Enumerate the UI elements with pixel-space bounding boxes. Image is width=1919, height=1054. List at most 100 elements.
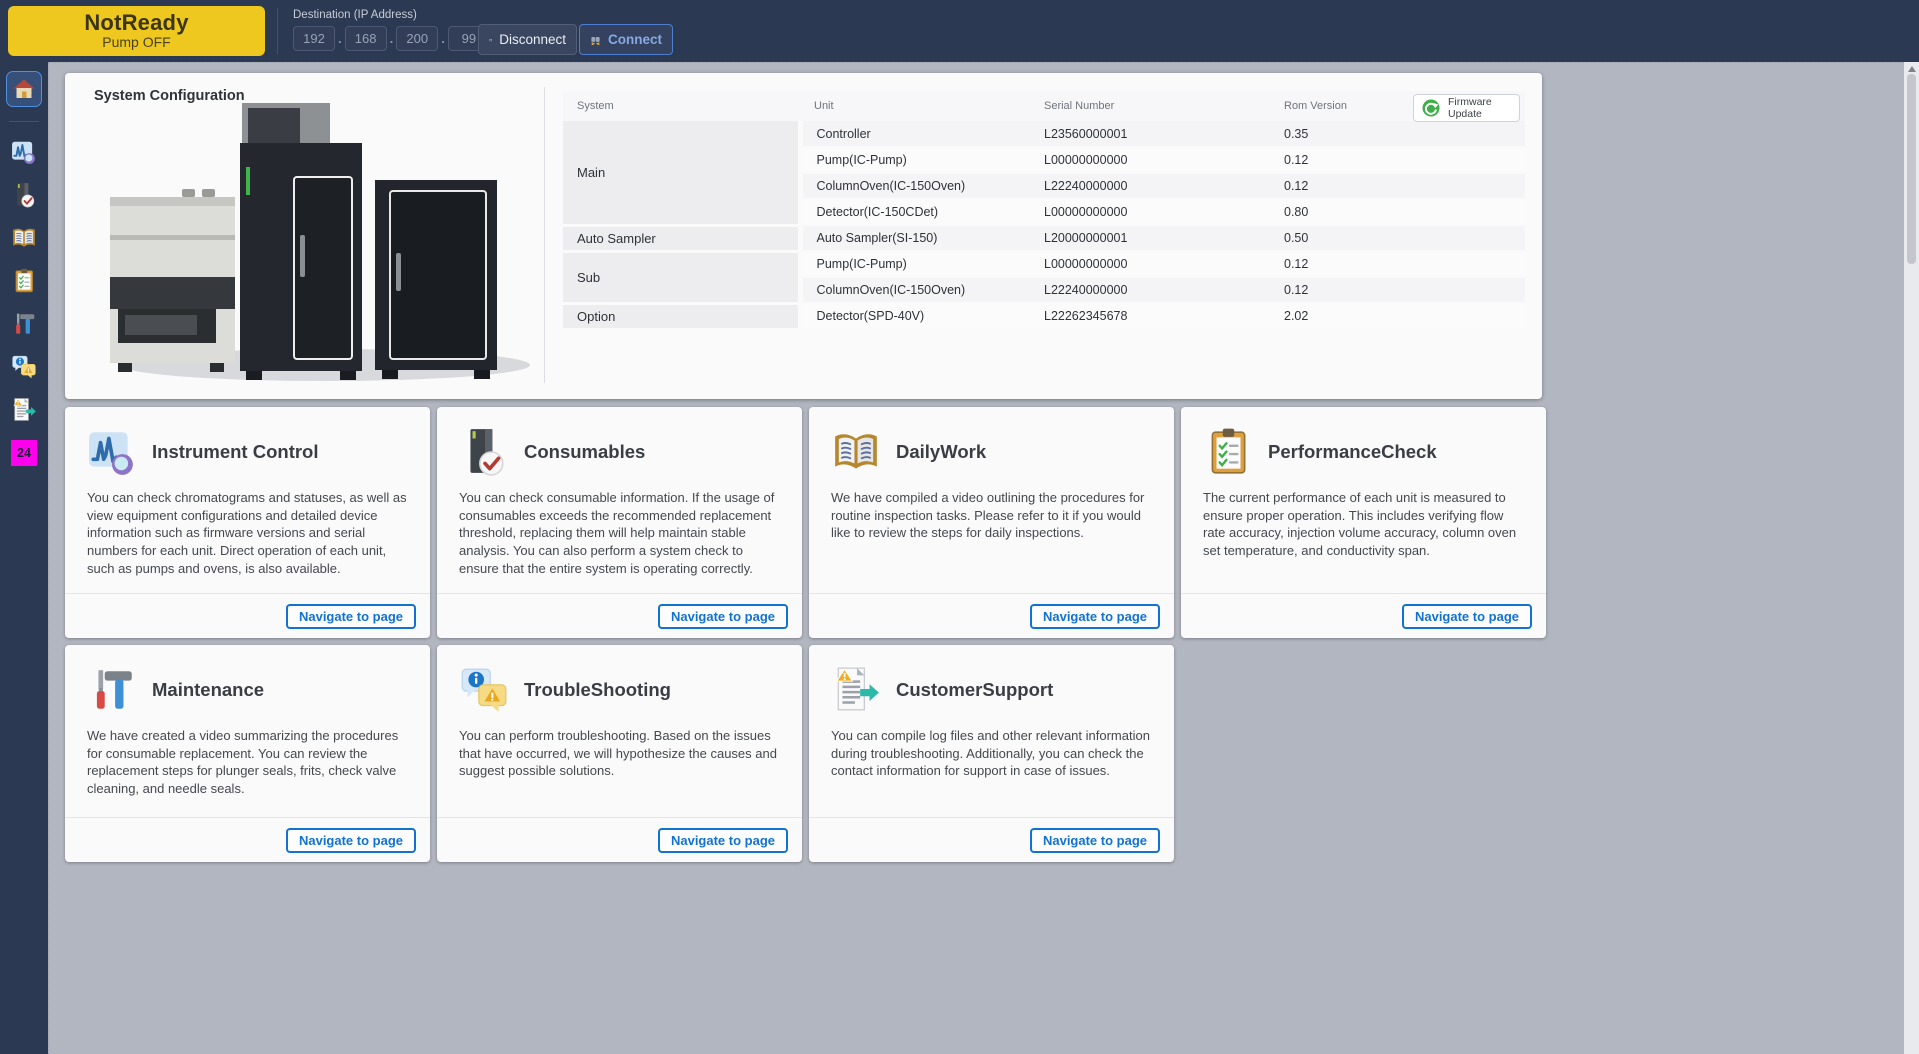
rom-cell: 0.50 [1270, 225, 1525, 251]
column-header-system: System [563, 91, 800, 121]
connect-plug-icon [590, 30, 601, 50]
serial-cell: L23560000001 [1030, 121, 1270, 147]
customer-support-icon [831, 665, 881, 715]
system-group-auto-sampler: Auto Sampler [563, 225, 800, 251]
rom-cell: 2.02 [1270, 303, 1525, 329]
card-footer: Navigate to page [1181, 593, 1546, 638]
card-instrument-control: Instrument Control You can check chromat… [65, 407, 430, 638]
panel-divider [544, 87, 545, 383]
table-row: Sub Pump(IC-Pump) L00000000000 0.12 [563, 251, 1525, 277]
navigate-to-page-button[interactable]: Navigate to page [286, 828, 416, 853]
card-description: We have compiled a video outlining the p… [831, 489, 1154, 542]
card-description: You can check chromatograms and statuses… [87, 489, 410, 577]
left-sidebar: 24 [0, 62, 48, 1054]
card-consumables: Consumables You can check consumable inf… [437, 407, 802, 638]
card-title: TroubleShooting [524, 679, 671, 701]
scrollbar-thumb[interactable] [1907, 74, 1916, 264]
navigate-to-page-button[interactable]: Navigate to page [1030, 828, 1160, 853]
navigate-to-page-button[interactable]: Navigate to page [286, 604, 416, 629]
top-bar: NotReady Pump OFF Destination (IP Addres… [0, 0, 1919, 62]
sidebar-item-instrument-control[interactable] [11, 139, 37, 165]
navigate-to-page-button[interactable]: Navigate to page [658, 604, 788, 629]
card-footer: Navigate to page [809, 817, 1174, 862]
card-description: You can perform troubleshooting. Based o… [459, 727, 782, 780]
card-header: Instrument Control [87, 427, 430, 477]
card-description: You can compile log files and other rele… [831, 727, 1154, 780]
rom-cell: 0.12 [1270, 277, 1525, 303]
connect-button[interactable]: Connect [579, 24, 673, 55]
card-dailywork: DailyWork We have compiled a video outli… [809, 407, 1174, 638]
unit-cell: Pump(IC-Pump) [800, 147, 1030, 173]
card-description: You can check consumable information. If… [459, 489, 782, 577]
serial-cell: L22240000000 [1030, 277, 1270, 303]
navigate-to-page-button[interactable]: Navigate to page [658, 828, 788, 853]
scrollbar-up-icon[interactable] [1908, 66, 1916, 72]
navigate-to-page-button[interactable]: Navigate to page [1402, 604, 1532, 629]
unit-cell: ColumnOven(IC-150Oven) [800, 173, 1030, 199]
rom-cell: 0.80 [1270, 199, 1525, 225]
serial-cell: L00000000000 [1030, 251, 1270, 277]
card-header: TroubleShooting [459, 665, 802, 715]
ip-separator: . [338, 31, 342, 46]
card-footer: Navigate to page [65, 593, 430, 638]
unit-cell: Detector(SPD-40V) [800, 303, 1030, 329]
table-row: Option Detector(SPD-40V) L22262345678 2.… [563, 303, 1525, 329]
disconnect-button-label: Disconnect [499, 32, 566, 47]
dailywork-icon [831, 427, 881, 477]
serial-cell: L22240000000 [1030, 173, 1270, 199]
destination-label: Destination (IP Address) [293, 9, 417, 21]
unit-cell: Pump(IC-Pump) [800, 251, 1030, 277]
ip-separator: . [441, 31, 445, 46]
ip-octet-1-input[interactable] [293, 26, 335, 51]
sidebar-item-customer-support[interactable] [11, 397, 37, 423]
ip-octet-3-input[interactable] [396, 26, 438, 51]
firmware-update-icon [1421, 98, 1441, 118]
status-subtitle: Pump OFF [8, 34, 265, 50]
card-footer: Navigate to page [65, 817, 430, 862]
ip-octet-2-input[interactable] [345, 26, 387, 51]
system-configuration-panel: System Configuration [65, 73, 1542, 399]
card-footer: Navigate to page [437, 817, 802, 862]
card-title: Maintenance [152, 679, 264, 701]
sidebar-item-troubleshooting[interactable] [11, 354, 37, 380]
vertical-scrollbar[interactable] [1904, 62, 1919, 1054]
unit-cell: Auto Sampler(SI-150) [800, 225, 1030, 251]
sidebar-item-maintenance[interactable] [11, 311, 37, 337]
notification-badge[interactable]: 24 [11, 440, 37, 466]
table-row: Auto Sampler Auto Sampler(SI-150) L20000… [563, 225, 1525, 251]
sidebar-item-home[interactable] [6, 71, 42, 107]
sidebar-item-dailywork[interactable] [11, 225, 37, 251]
consumables-icon [459, 427, 509, 477]
system-configuration-table: System Unit Serial Number Rom Version Ma… [563, 91, 1525, 331]
table-row: Main Controller L23560000001 0.35 [563, 121, 1525, 147]
main-content: System Configuration [48, 62, 1904, 1054]
card-header: Consumables [459, 427, 802, 477]
feature-cards-grid: Instrument Control You can check chromat… [65, 407, 1546, 862]
card-description: The current performance of each unit is … [1203, 489, 1526, 560]
rom-cell: 0.12 [1270, 173, 1525, 199]
serial-cell: L22262345678 [1030, 303, 1270, 329]
card-header: PerformanceCheck [1203, 427, 1546, 477]
card-title: CustomerSupport [896, 679, 1053, 701]
card-footer: Navigate to page [809, 593, 1174, 638]
troubleshooting-icon [459, 665, 509, 715]
system-group-sub: Sub [563, 251, 800, 303]
card-maintenance: Maintenance We have created a video summ… [65, 645, 430, 862]
card-header: DailyWork [831, 427, 1174, 477]
unit-cell: ColumnOven(IC-150Oven) [800, 277, 1030, 303]
column-header-serial-number: Serial Number [1030, 91, 1270, 121]
card-customer-support: CustomerSupport You can compile log file… [809, 645, 1174, 862]
serial-cell: L20000000001 [1030, 225, 1270, 251]
sidebar-item-consumables[interactable] [11, 182, 37, 208]
firmware-update-button[interactable]: Firmware Update [1413, 94, 1520, 122]
performance-check-icon [1203, 427, 1253, 477]
unit-cell: Detector(IC-150CDet) [800, 199, 1030, 225]
navigate-to-page-button[interactable]: Navigate to page [1030, 604, 1160, 629]
disconnect-button[interactable]: Disconnect [478, 24, 577, 55]
card-title: DailyWork [896, 441, 986, 463]
card-title: PerformanceCheck [1268, 441, 1437, 463]
maintenance-icon [87, 665, 137, 715]
card-troubleshooting: TroubleShooting You can perform troubles… [437, 645, 802, 862]
sidebar-item-performance-check[interactable] [11, 268, 37, 294]
system-group-main: Main [563, 121, 800, 225]
